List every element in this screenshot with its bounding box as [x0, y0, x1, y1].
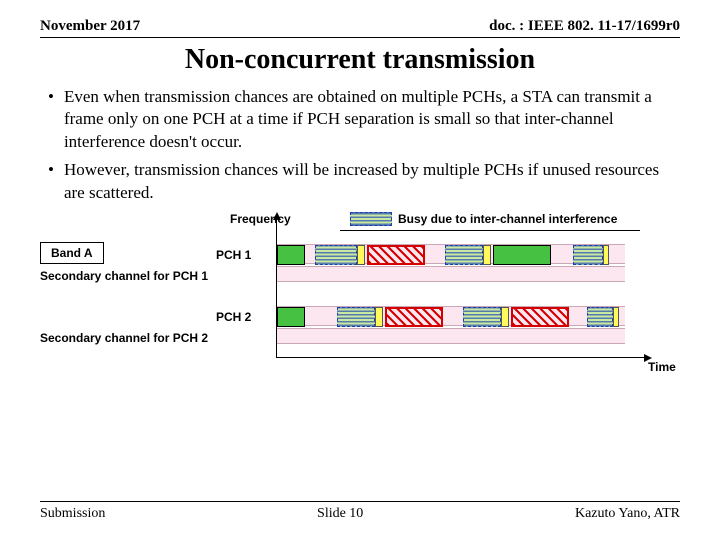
pch1-collision-block — [367, 245, 425, 265]
slide-title: Non-concurrent transmission — [0, 38, 720, 86]
footer-rule — [40, 501, 680, 502]
pch2-track — [277, 306, 625, 326]
pch2-gap-block — [501, 307, 509, 327]
sec1-label: Secondary channel for PCH 1 — [40, 269, 208, 283]
sec2-track — [277, 328, 625, 344]
legend: Busy due to inter-channel interference — [350, 212, 617, 226]
bullet-item: • However, transmission chances will be … — [48, 159, 682, 204]
timing-diagram: Frequency Busy due to inter-channel inte… — [40, 212, 680, 392]
bullet-text: Even when transmission chances are obtai… — [64, 86, 682, 153]
header-doc: doc. : IEEE 802. 11-17/1699r0 — [489, 18, 680, 35]
legend-swatch-icon — [350, 212, 392, 226]
bullet-dot-icon: • — [48, 159, 54, 204]
x-axis — [276, 357, 644, 358]
pch1-gap-block — [357, 245, 365, 265]
footer-left: Submission — [40, 506, 105, 522]
sec2-label: Secondary channel for PCH 2 — [40, 331, 208, 345]
slide-header: November 2017 doc. : IEEE 802. 11-17/169… — [0, 0, 720, 37]
legend-rule — [340, 230, 640, 231]
pch2-label: PCH 2 — [216, 310, 251, 324]
pch1-track — [277, 244, 625, 264]
slide-footer: Submission Slide 10 Kazuto Yano, ATR — [40, 506, 680, 522]
pch1-busy-block — [573, 245, 603, 265]
bullet-list: • Even when transmission chances are obt… — [0, 86, 720, 204]
pch2-gap-block — [613, 307, 619, 327]
pch2-busy-block — [463, 307, 501, 327]
sec1-track — [277, 266, 625, 282]
pch2-collision-block — [511, 307, 569, 327]
pch1-label: PCH 1 — [216, 248, 251, 262]
pch1-tx-block — [493, 245, 551, 265]
pch2-gap-block — [375, 307, 383, 327]
pch2-collision-block — [385, 307, 443, 327]
header-date: November 2017 — [40, 18, 140, 35]
time-axis-label: Time — [648, 360, 676, 374]
band-a-box: Band A — [40, 242, 104, 264]
pch1-gap-block — [483, 245, 491, 265]
pch1-tx-block — [277, 245, 305, 265]
bullet-dot-icon: • — [48, 86, 54, 153]
pch2-busy-block — [337, 307, 375, 327]
pch1-gap-block — [603, 245, 609, 265]
bullet-item: • Even when transmission chances are obt… — [48, 86, 682, 153]
bullet-text: However, transmission chances will be in… — [64, 159, 682, 204]
pch1-busy-block — [315, 245, 357, 265]
frequency-axis-label: Frequency — [230, 212, 291, 226]
pch2-tx-block — [277, 307, 305, 327]
legend-text: Busy due to inter-channel interference — [398, 212, 617, 226]
footer-right: Kazuto Yano, ATR — [575, 506, 680, 522]
footer-center: Slide 10 — [317, 506, 363, 522]
pch1-busy-block — [445, 245, 483, 265]
pch2-busy-block — [587, 307, 613, 327]
